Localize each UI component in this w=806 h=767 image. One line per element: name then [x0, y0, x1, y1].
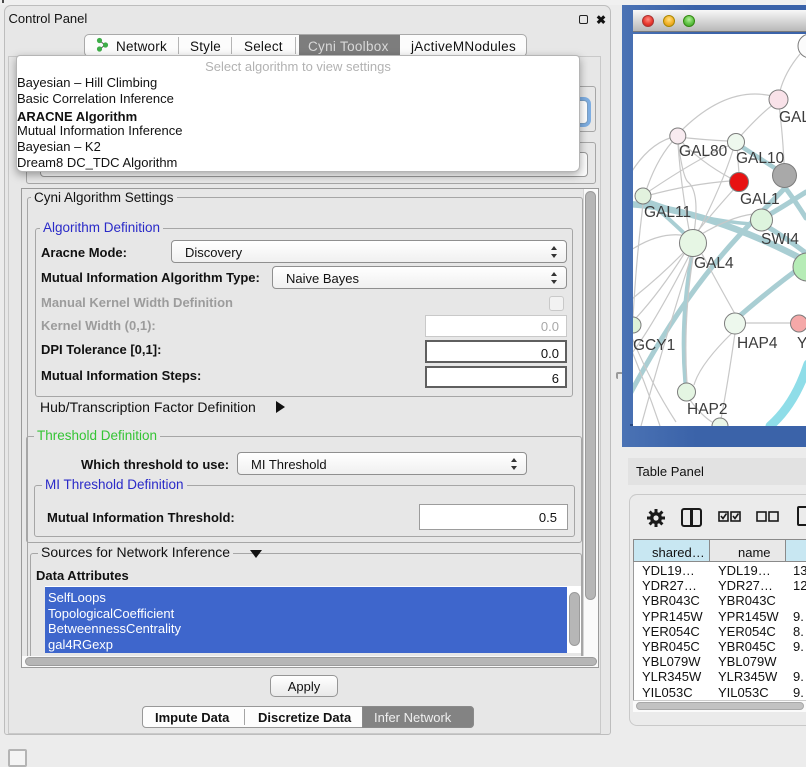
svg-text:GAL80: GAL80: [679, 143, 728, 160]
svg-text:SWI4: SWI4: [761, 231, 799, 248]
svg-text:HAP4: HAP4: [737, 335, 778, 352]
svg-text:GAL1: GAL1: [740, 191, 780, 208]
svg-text:GAL7: GAL7: [779, 109, 806, 126]
svg-text:Y: Y: [797, 335, 806, 352]
svg-text:GAL4: GAL4: [694, 255, 734, 272]
svg-text:GAL11: GAL11: [644, 204, 691, 221]
svg-text:GAL10: GAL10: [736, 150, 785, 167]
svg-text:GCY1: GCY1: [633, 337, 675, 354]
svg-text:HAP2: HAP2: [687, 401, 728, 418]
